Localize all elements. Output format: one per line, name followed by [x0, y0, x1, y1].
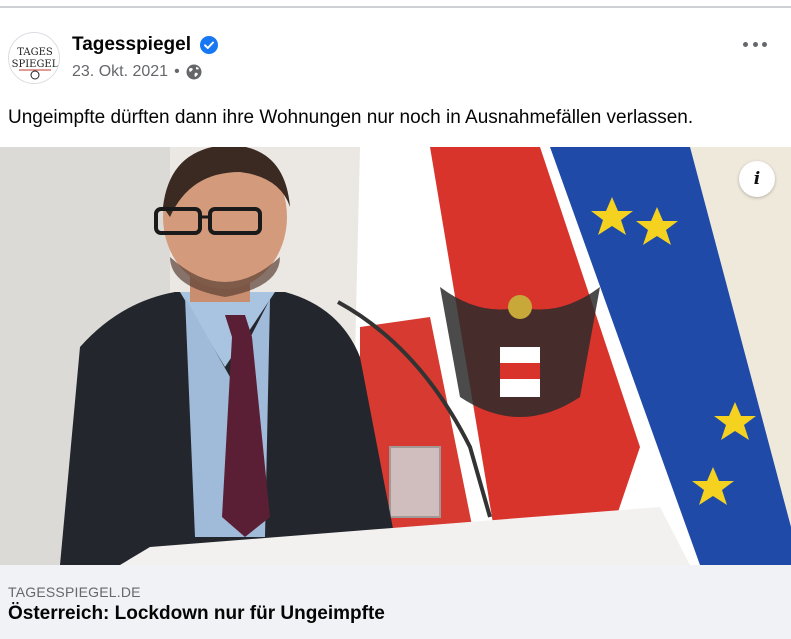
press-conference-photo: [0, 147, 791, 565]
link-preview[interactable]: TAGESSPIEGEL.DE Österreich: Lockdown nur…: [0, 565, 791, 639]
post-image[interactable]: [0, 147, 791, 565]
svg-text:SPIEGEL: SPIEGEL: [12, 59, 59, 70]
link-domain: TAGESSPIEGEL.DE: [8, 584, 141, 600]
meta-separator: •: [174, 63, 180, 80]
post-date[interactable]: 23. Okt. 2021: [72, 63, 168, 81]
verified-badge-icon: [200, 36, 218, 54]
page-avatar[interactable]: TAGES SPIEGEL: [8, 32, 60, 84]
svg-text:TAGES: TAGES: [17, 47, 53, 58]
more-options-icon[interactable]: [740, 34, 770, 54]
page-name[interactable]: Tagesspiegel: [72, 34, 191, 56]
post-message: Ungeimpfte dürften dann ihre Wohnungen n…: [8, 107, 694, 128]
post-meta: 23. Okt. 2021 •: [72, 63, 202, 81]
coat-of-arms: [440, 287, 600, 417]
top-divider: [0, 0, 791, 8]
globe-icon[interactable]: [186, 64, 202, 80]
post-header: TAGES SPIEGEL Tagesspiegel 23. Okt. 2021…: [0, 30, 791, 90]
link-title[interactable]: Österreich: Lockdown nur für Ungeimpfte: [8, 603, 385, 625]
tagesspiegel-logo: TAGES SPIEGEL: [9, 33, 59, 83]
info-icon[interactable]: i: [739, 161, 775, 197]
